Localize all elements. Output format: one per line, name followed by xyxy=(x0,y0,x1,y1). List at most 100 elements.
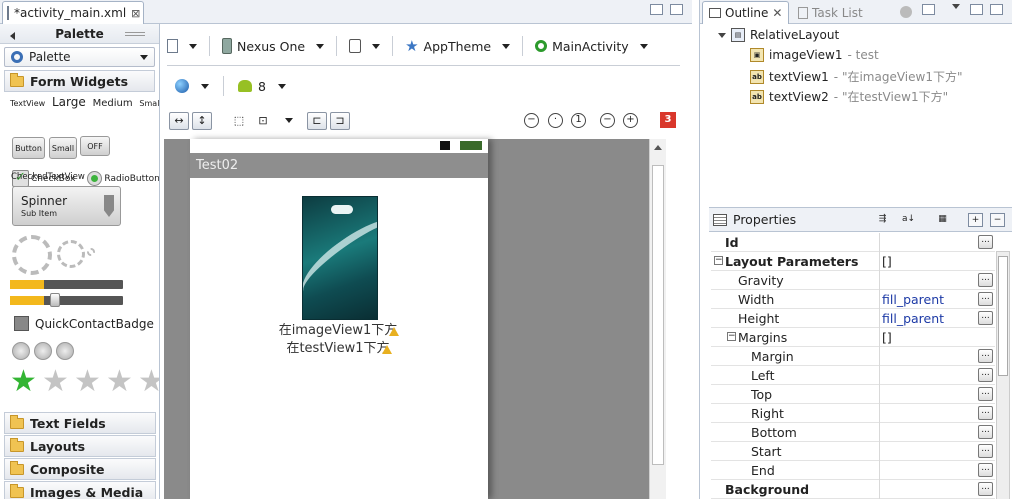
margins-icon[interactable]: ⬚ xyxy=(229,112,249,130)
edit-value-button[interactable]: ... xyxy=(978,349,993,363)
edit-value-button[interactable]: ... xyxy=(978,292,993,306)
sync-icon[interactable] xyxy=(900,6,912,18)
edit-value-button[interactable]: ... xyxy=(978,406,993,420)
radio-button-sample[interactable] xyxy=(12,342,30,360)
widget-textview[interactable]: TextView xyxy=(10,99,45,108)
outline-root-item[interactable]: ▤ RelativeLayout xyxy=(718,28,839,42)
close-icon[interactable]: ✕ xyxy=(772,6,782,20)
widget-progress-bar[interactable] xyxy=(10,280,123,289)
category-composite[interactable]: Composite xyxy=(4,458,156,480)
progress-large-icon[interactable] xyxy=(12,235,52,275)
widget-text-sizes[interactable]: TextView Large Medium Small xyxy=(10,95,159,109)
widget-quick-contact-badge[interactable]: QuickContactBadge xyxy=(14,316,154,331)
rating-star-icon[interactable]: ★ xyxy=(10,367,37,397)
filter-icon[interactable]: ⇶ xyxy=(875,213,890,227)
property-value[interactable]: fill_parent xyxy=(882,292,944,307)
edit-value-button[interactable]: ... xyxy=(978,311,993,325)
device-select[interactable]: Nexus One xyxy=(222,38,325,54)
widget-toggle-button[interactable]: OFF xyxy=(80,136,110,156)
category-layouts[interactable]: Layouts xyxy=(4,435,156,457)
property-row[interactable]: Height fill_parent... xyxy=(711,309,995,328)
close-icon[interactable]: ⊠ xyxy=(131,7,140,20)
property-row[interactable]: Gravity... xyxy=(711,271,995,290)
progress-small-icon[interactable] xyxy=(87,248,95,256)
widget-spinner[interactable]: Spinner Sub Item xyxy=(12,186,121,226)
property-value[interactable]: [] xyxy=(882,330,892,345)
widget-seek-bar[interactable] xyxy=(10,293,123,307)
edit-value-button[interactable]: ... xyxy=(978,482,993,496)
expand-icon[interactable] xyxy=(718,32,726,38)
progress-medium-icon[interactable] xyxy=(57,240,85,268)
widget-checked-textview[interactable]: CheckedTextView xyxy=(11,172,85,182)
image-view-1[interactable] xyxy=(302,196,378,320)
category-text-fields[interactable]: Text Fields xyxy=(4,412,156,434)
radio-button-sample[interactable] xyxy=(34,342,52,360)
property-value[interactable]: fill_parent xyxy=(882,311,944,326)
edit-value-button[interactable]: ... xyxy=(978,368,993,382)
text-view-2[interactable]: 在testView1下方 xyxy=(190,337,488,356)
tab-task-list[interactable]: Task List xyxy=(792,1,869,24)
fill-height-button[interactable]: ↕ xyxy=(192,112,212,130)
maximize-button[interactable] xyxy=(990,4,1003,15)
zoom-out-icon[interactable]: − xyxy=(600,113,615,128)
property-row[interactable]: − Layout Parameters [] xyxy=(711,252,995,271)
fill-width-button[interactable]: ↔ xyxy=(169,112,189,130)
canvas-scrollbar[interactable] xyxy=(649,139,666,499)
outline-item-textview2[interactable]: ab textView2 - "在testView1下方" xyxy=(750,88,948,105)
minimize-button[interactable] xyxy=(970,4,983,15)
android-icon[interactable] xyxy=(238,80,252,92)
palette-mode-select[interactable]: Palette xyxy=(4,47,155,67)
property-row[interactable]: Left... xyxy=(711,366,995,385)
chevron-down-icon[interactable] xyxy=(285,118,293,123)
edit-value-button[interactable]: ... xyxy=(978,463,993,477)
property-row[interactable]: Top... xyxy=(711,385,995,404)
device-preview[interactable]: Test02 在imageView1下方 在testView1下方 xyxy=(190,139,488,499)
chevron-down-icon[interactable] xyxy=(277,83,286,89)
category-form-widgets[interactable]: Form Widgets xyxy=(4,70,155,92)
maximize-button[interactable] xyxy=(670,4,683,15)
widget-small-text[interactable]: Small xyxy=(139,99,159,108)
advanced-icon[interactable]: ▦ xyxy=(935,213,950,227)
widget-radio-label[interactable]: RadioButton xyxy=(104,174,159,184)
property-row[interactable]: Margin... xyxy=(711,347,995,366)
collapse-left-icon[interactable] xyxy=(10,32,15,40)
view-menu-icon[interactable] xyxy=(952,4,960,9)
orientation-select[interactable] xyxy=(349,39,381,53)
expand-all-icon[interactable]: + xyxy=(968,213,983,227)
sort-az-icon[interactable]: a↓ xyxy=(901,213,916,227)
text-view-1[interactable]: 在imageView1下方 xyxy=(190,319,488,338)
seek-knob[interactable] xyxy=(50,293,60,307)
globe-icon[interactable] xyxy=(175,79,189,93)
edit-value-button[interactable]: ... xyxy=(978,387,993,401)
edit-value-button[interactable]: ... xyxy=(978,444,993,458)
property-row[interactable]: Start... xyxy=(711,442,995,461)
zoom-in-icon[interactable]: + xyxy=(623,113,638,128)
widget-small-button[interactable]: Small xyxy=(49,137,77,159)
api-level-label[interactable]: 8 xyxy=(258,79,266,94)
error-count-badge[interactable]: 3 xyxy=(660,112,676,128)
activity-select[interactable]: MainActivity xyxy=(535,39,648,54)
property-row[interactable]: Background... xyxy=(711,480,995,499)
layout-canvas[interactable]: Test02 在imageView1下方 在testView1下方 xyxy=(164,139,666,499)
edit-value-button[interactable]: ... xyxy=(978,235,993,249)
collapse-all-icon[interactable]: − xyxy=(990,213,1005,227)
widget-medium-text[interactable]: Medium xyxy=(93,98,133,109)
edit-value-button[interactable]: ... xyxy=(978,273,993,287)
tab-outline[interactable]: Outline ✕ xyxy=(702,1,790,24)
chevron-down-icon[interactable] xyxy=(201,83,209,89)
zoom-real-icon[interactable]: · xyxy=(548,113,563,128)
scroll-thumb[interactable] xyxy=(652,165,664,465)
rating-star-icon[interactable]: ★ xyxy=(106,367,133,397)
rating-star-icon[interactable]: ★ xyxy=(42,367,69,397)
scroll-thumb[interactable] xyxy=(998,256,1008,376)
zoom-100-icon[interactable]: 1 xyxy=(571,113,586,128)
property-row[interactable]: Right... xyxy=(711,404,995,423)
property-value[interactable]: [] xyxy=(882,254,892,269)
theme-select[interactable]: ★ AppTheme xyxy=(405,37,511,55)
properties-scrollbar[interactable] xyxy=(996,251,1010,499)
scroll-up-icon[interactable] xyxy=(654,145,662,150)
outline-item-textview1[interactable]: ab textView1 - "在imageView1下方" xyxy=(750,68,962,85)
gravity-icon[interactable]: ⊡ xyxy=(253,112,273,130)
collapse-all-icon[interactable] xyxy=(922,4,935,15)
zoom-fit-icon[interactable]: − xyxy=(524,113,539,128)
